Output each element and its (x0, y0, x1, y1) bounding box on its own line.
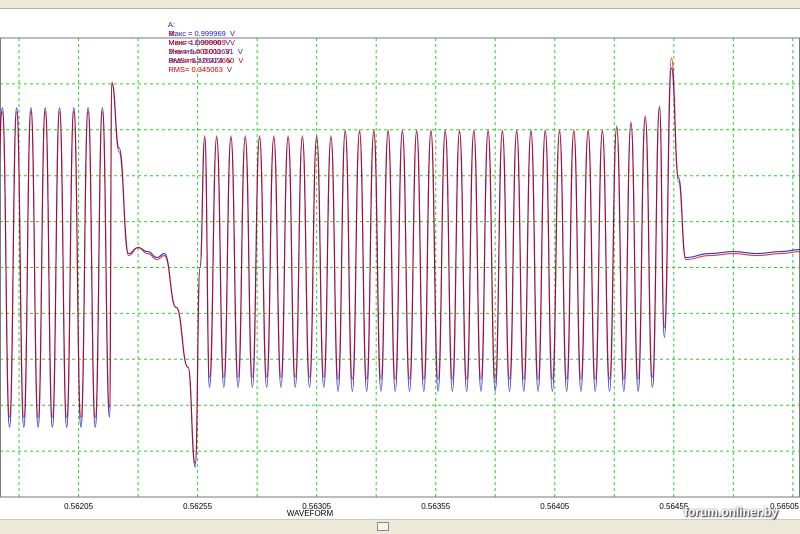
horizontal-scrollbar[interactable] (0, 519, 800, 534)
x-axis-title: WAVEFORM (286, 509, 334, 518)
waveform-plot[interactable]: 0.56205 0.56255 0.56305 0.56355 0.56405 0.564… (0, 0, 800, 533)
x-tick-label: 0.56405 (540, 502, 569, 511)
series-b-line (0, 57, 800, 464)
scrollbar-thumb[interactable] (377, 522, 389, 531)
watermark: forum.onliner.by (683, 505, 778, 519)
series-layer (0, 57, 800, 468)
x-tick-label: 0.56205 (64, 502, 93, 511)
grid (0, 37, 800, 498)
x-tick-label: 0.56355 (421, 502, 450, 511)
x-tick-label: 0.56255 (183, 502, 212, 511)
